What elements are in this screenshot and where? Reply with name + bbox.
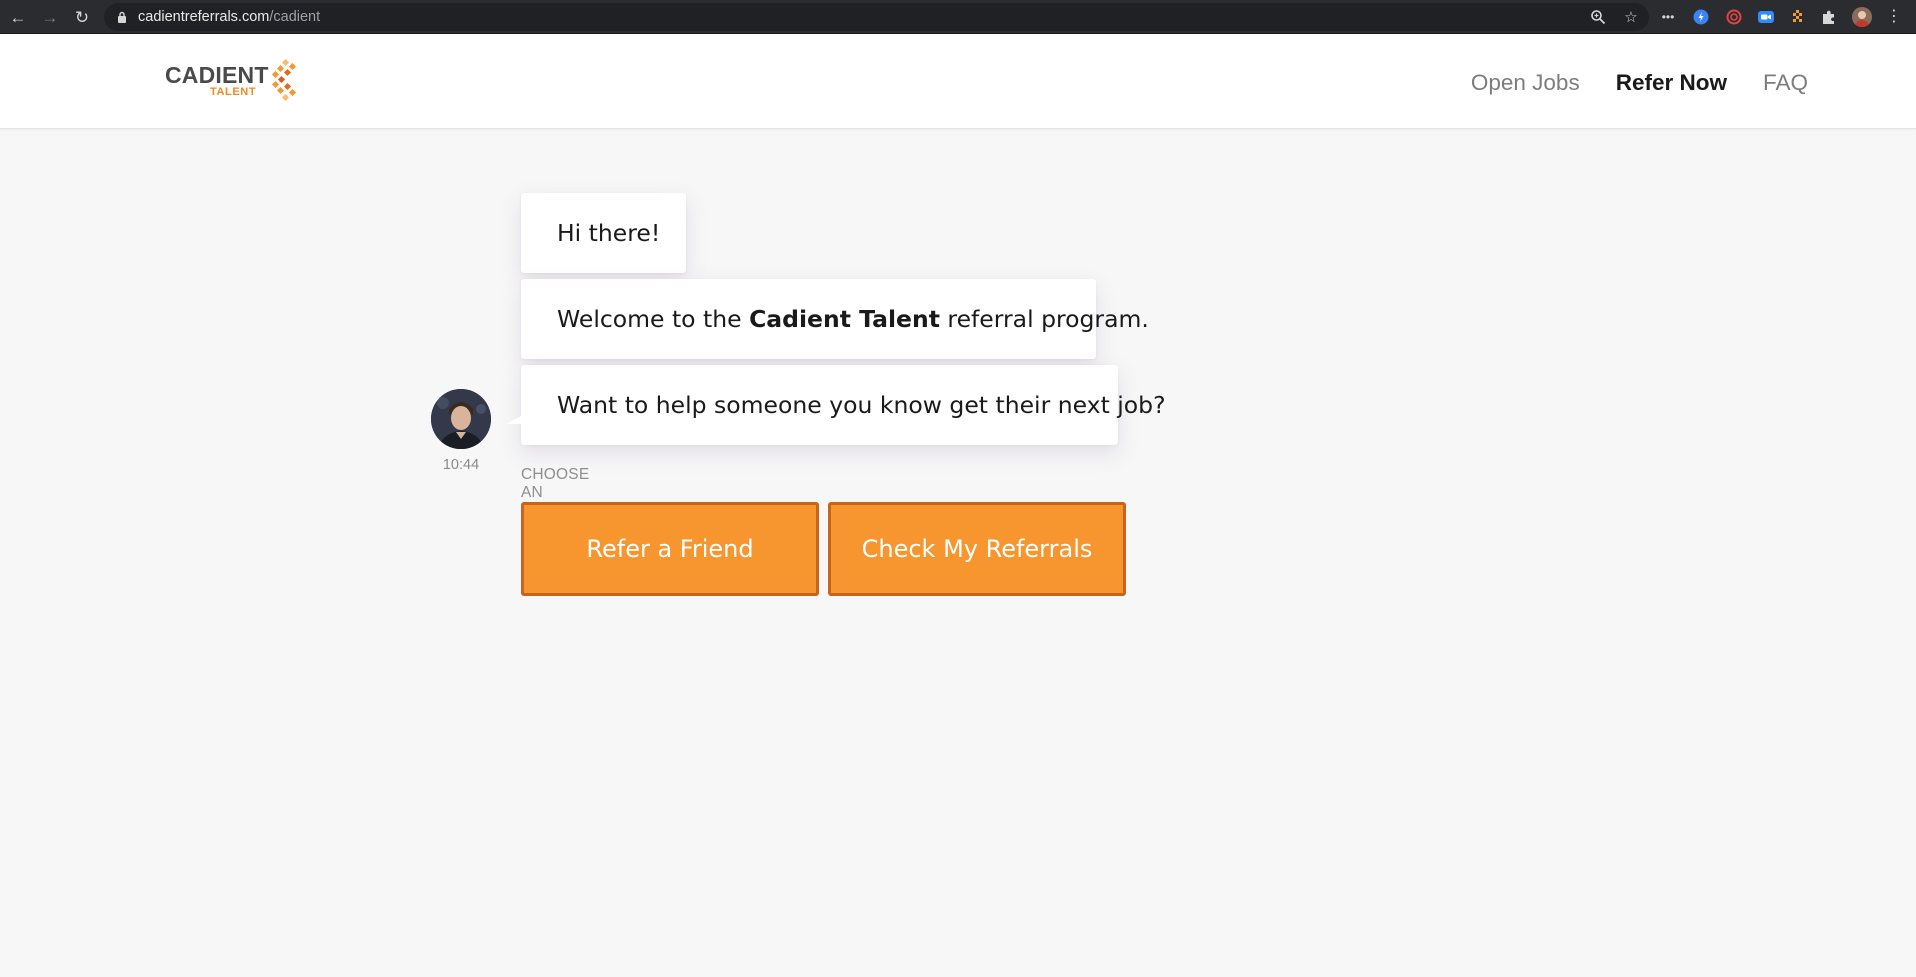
- url-text[interactable]: cadientreferrals.com/cadient: [138, 9, 320, 25]
- cadient-talent-logo[interactable]: CADIENT TALENT: [165, 58, 305, 104]
- browser-toolbar: ← → ↻ cadientreferrals.com/cadient ☆ •••…: [0, 0, 1916, 34]
- url-path: /cadient: [269, 9, 321, 25]
- extension-video-icon[interactable]: [1756, 7, 1776, 27]
- nav-open-jobs[interactable]: Open Jobs: [1471, 70, 1580, 96]
- check-my-referrals-button[interactable]: Check My Referrals: [828, 502, 1126, 596]
- forward-arrow-icon[interactable]: →: [39, 6, 61, 28]
- site-header: CADIENT TALENT Open Jobs Refer Now FAQ: [0, 34, 1916, 129]
- chat-message-greeting: Hi there!: [521, 193, 686, 273]
- extensions-puzzle-icon[interactable]: [1819, 7, 1839, 27]
- message-text-suffix: referral program.: [939, 305, 1149, 333]
- profile-avatar-icon[interactable]: [1852, 7, 1872, 27]
- url-host: cadientreferrals.com: [138, 9, 270, 25]
- extension-red-target-icon[interactable]: [1724, 7, 1744, 27]
- nav-refer-now[interactable]: Refer Now: [1616, 70, 1727, 96]
- kebab-menu-icon[interactable]: ⋮: [1884, 7, 1904, 27]
- reload-icon[interactable]: ↻: [71, 6, 93, 28]
- refer-a-friend-button[interactable]: Refer a Friend: [521, 502, 819, 596]
- logo-word: CADIENT: [165, 62, 269, 88]
- logo-sub: TALENT: [210, 86, 257, 98]
- lock-icon: [118, 11, 126, 23]
- extension-orange-logo-icon[interactable]: [1788, 7, 1808, 27]
- chat-message-question: Want to help someone you know get their …: [521, 365, 1166, 445]
- main-nav: Open Jobs Refer Now FAQ: [1471, 68, 1808, 98]
- message-text-prefix: Welcome to the: [557, 305, 750, 333]
- zoom-icon[interactable]: [1588, 7, 1608, 27]
- nav-faq[interactable]: FAQ: [1763, 70, 1808, 96]
- logo-mark-icon: [271, 58, 297, 102]
- bubble-tail: [506, 415, 523, 424]
- message-text-brand: Cadient Talent: [749, 305, 940, 333]
- extension-dots-icon[interactable]: •••: [1658, 7, 1678, 27]
- bookmark-star-icon[interactable]: ☆: [1621, 7, 1641, 27]
- address-bar[interactable]: cadientreferrals.com/cadient ☆: [104, 3, 1649, 31]
- message-text: Want to help someone you know get their …: [557, 391, 1166, 419]
- message-text: Hi there!: [557, 219, 661, 247]
- extension-blue-bolt-icon[interactable]: [1691, 7, 1711, 27]
- back-arrow-icon[interactable]: ←: [7, 6, 29, 28]
- message-timestamp: 10:44: [442, 457, 480, 473]
- bot-avatar: [431, 389, 491, 449]
- chat-message-welcome: Welcome to the Cadient Talent referral p…: [521, 279, 1149, 359]
